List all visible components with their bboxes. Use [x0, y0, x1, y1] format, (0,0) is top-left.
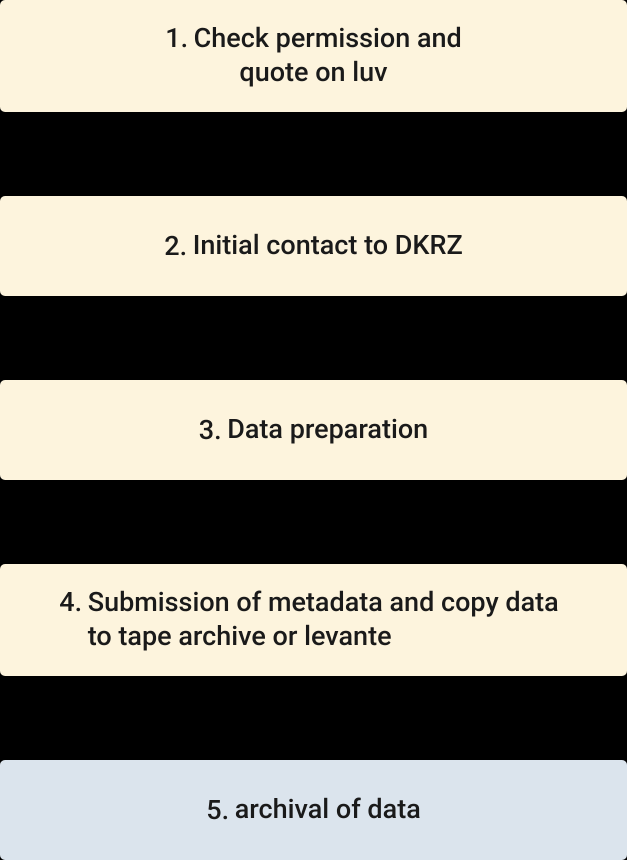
step-2-label: Initial contact to DKRZ	[193, 229, 463, 263]
step-3-label: Data preparation	[227, 413, 428, 447]
step-5-box: 5. archival of data	[0, 760, 627, 860]
step-1-box: 1. Check permission and quote on luv	[0, 0, 627, 112]
step-4-label: Submission of metadata and copy data to …	[88, 586, 568, 654]
step-5-label: archival of data	[235, 793, 421, 827]
step-4-number: 4.	[59, 586, 82, 618]
step-1-label-line2: quote on luv	[239, 56, 387, 90]
step-2-content: 2. Initial contact to DKRZ	[164, 229, 462, 263]
step-4-box: 4. Submission of metadata and copy data …	[0, 564, 627, 676]
step-5-number: 5.	[206, 794, 229, 826]
step-3-number: 3.	[199, 414, 222, 446]
step-2-number: 2.	[164, 230, 187, 262]
step-3-box: 3. Data preparation	[0, 380, 627, 480]
step-5-content: 5. archival of data	[206, 793, 421, 827]
step-1-label-line1: Check permission and	[194, 22, 462, 56]
step-3-content: 3. Data preparation	[199, 413, 428, 447]
step-4-content: 4. Submission of metadata and copy data …	[59, 586, 567, 654]
step-1-content: 1. Check permission and quote on luv	[165, 22, 462, 90]
step-1-number: 1.	[165, 22, 188, 56]
step-2-box: 2. Initial contact to DKRZ	[0, 196, 627, 296]
